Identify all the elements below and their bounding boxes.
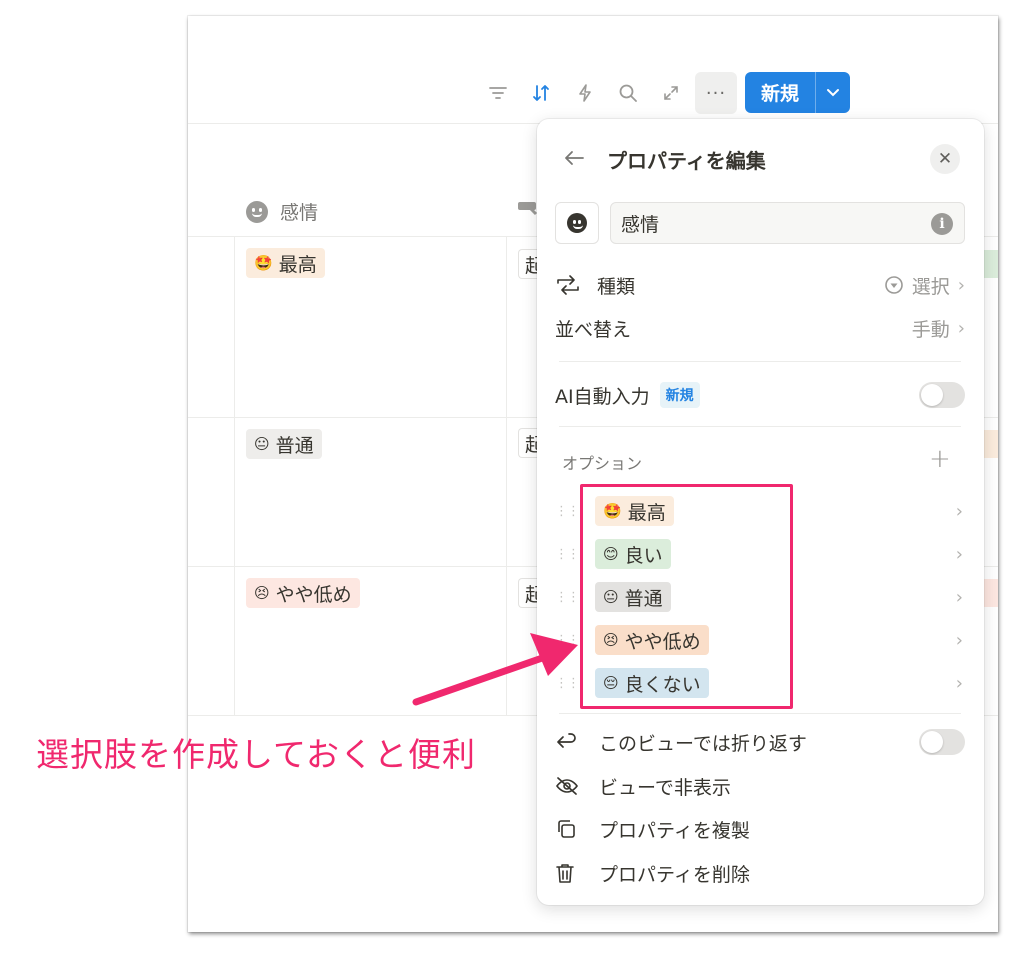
annotation-arrow <box>412 633 578 706</box>
annotation-text: 選択肢を作成しておくと便利 <box>36 735 477 774</box>
